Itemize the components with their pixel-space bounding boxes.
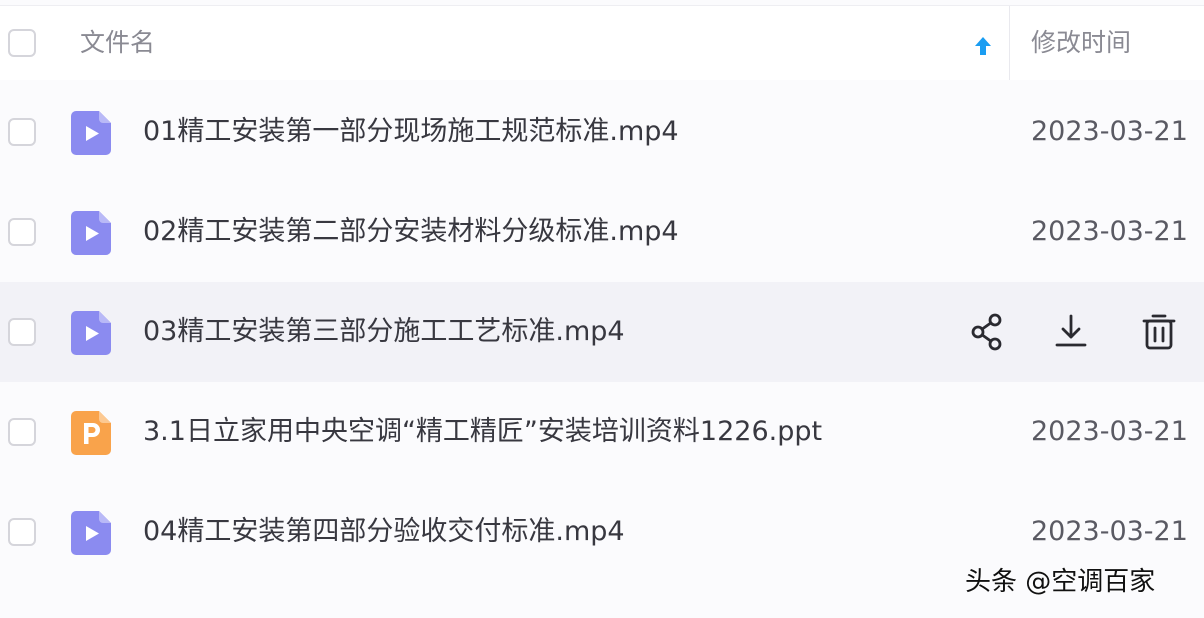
modified-date: 2023-03-21 xyxy=(1031,116,1188,147)
file-row-hovered[interactable]: 03精工安装第三部分施工工艺标准.mp4 xyxy=(0,282,1204,382)
row-checkbox[interactable] xyxy=(8,118,36,146)
file-row[interactable]: 01精工安装第一部分现场施工规范标准.mp4 2023-03-21 xyxy=(0,82,1204,182)
video-file-icon xyxy=(71,511,111,555)
file-name[interactable]: 04精工安装第四部分验收交付标准.mp4 xyxy=(143,515,625,549)
row-checkbox[interactable] xyxy=(8,218,36,246)
file-name[interactable]: 01精工安装第一部分现场施工规范标准.mp4 xyxy=(143,115,679,149)
video-file-icon xyxy=(71,311,111,355)
file-row[interactable]: 02精工安装第二部分安装材料分级标准.mp4 2023-03-21 xyxy=(0,182,1204,282)
video-file-icon xyxy=(71,211,111,255)
file-name[interactable]: 02精工安装第二部分安装材料分级标准.mp4 xyxy=(143,215,679,249)
name-column-header[interactable]: 文件名 xyxy=(80,28,155,58)
download-icon[interactable] xyxy=(1052,312,1090,352)
modified-time-column-header[interactable]: 修改时间 xyxy=(1031,28,1131,58)
modified-date: 2023-03-21 xyxy=(1031,516,1188,547)
select-all-checkbox[interactable] xyxy=(8,29,36,57)
video-file-icon xyxy=(71,111,111,155)
modified-date: 2023-03-21 xyxy=(1031,216,1188,247)
row-checkbox[interactable] xyxy=(8,518,36,546)
row-checkbox[interactable] xyxy=(8,418,36,446)
share-icon[interactable] xyxy=(969,312,1007,352)
list-header: 文件名 修改时间 xyxy=(0,5,1204,80)
ppt-file-icon xyxy=(71,411,111,455)
file-list: 文件名 修改时间 01精工安装第一部分现场施工规范标准.mp4 2023-03-… xyxy=(0,0,1204,618)
file-name[interactable]: 3.1日立家用中央空调“精工精匠”安装培训资料1226.ppt xyxy=(143,415,822,449)
watermark: 头条 @空调百家 xyxy=(965,567,1156,597)
column-divider[interactable] xyxy=(1009,6,1010,80)
row-checkbox[interactable] xyxy=(8,318,36,346)
modified-date: 2023-03-21 xyxy=(1031,416,1188,447)
delete-icon[interactable] xyxy=(1140,312,1178,352)
file-row[interactable]: 3.1日立家用中央空调“精工精匠”安装培训资料1226.ppt 2023-03-… xyxy=(0,382,1204,482)
sort-ascending-icon[interactable] xyxy=(972,34,994,58)
file-name[interactable]: 03精工安装第三部分施工工艺标准.mp4 xyxy=(143,315,625,349)
